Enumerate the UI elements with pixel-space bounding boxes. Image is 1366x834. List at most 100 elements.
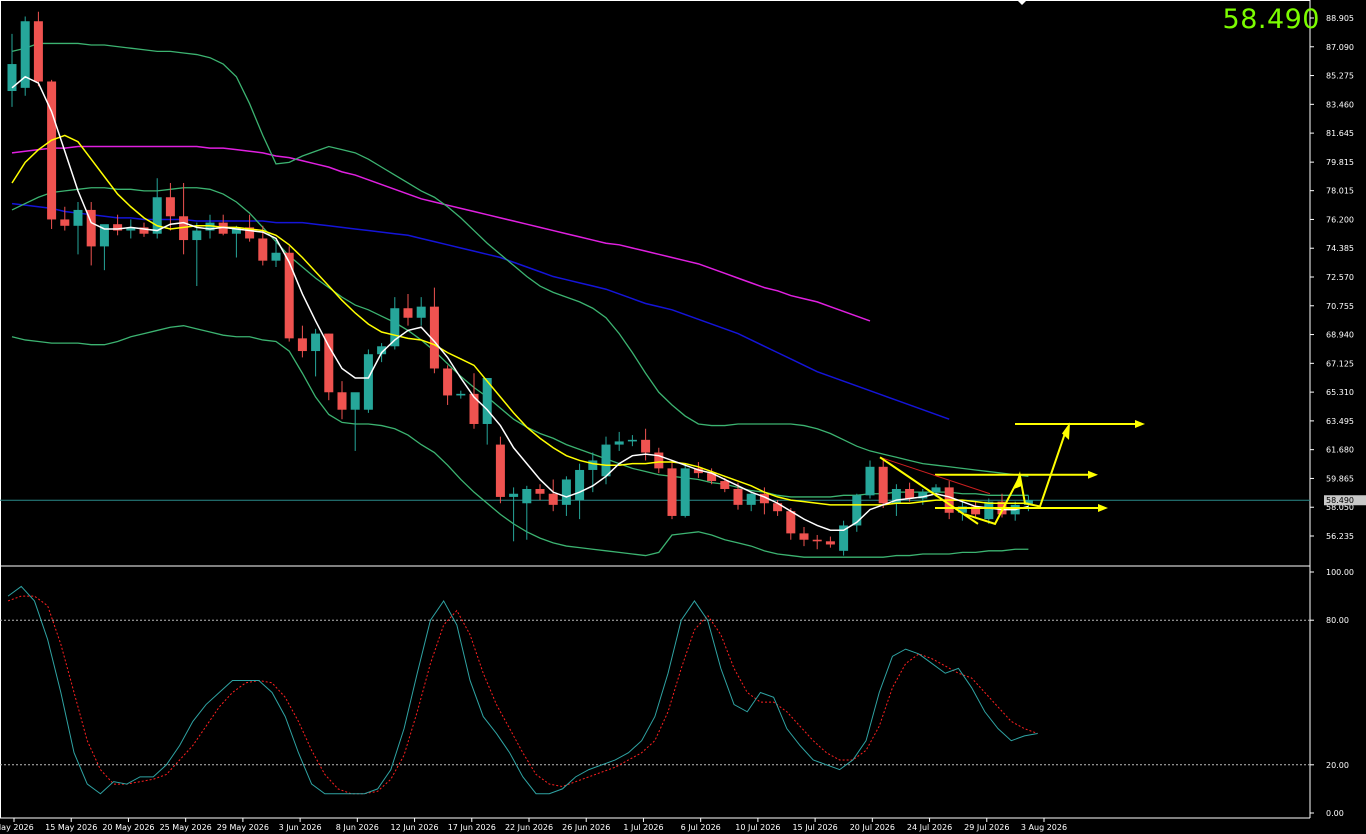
time-tick-label: 3 Jun 2026 bbox=[279, 823, 322, 832]
price-tick-label: 59.865 bbox=[1326, 474, 1354, 483]
time-tick-label: May 2026 bbox=[0, 823, 34, 832]
price-tick-label: 83.460 bbox=[1326, 100, 1354, 109]
current-price-display: 58.490 bbox=[1222, 4, 1320, 35]
chart-canvas[interactable]: 88.905 87.090 85.275 83.460 81.645 79.815 78.0… bbox=[0, 0, 1366, 834]
price-tick-label: 70.755 bbox=[1326, 302, 1354, 311]
price-tick-label: 61.680 bbox=[1326, 446, 1354, 455]
time-tick-label: 22 Jun 2026 bbox=[505, 823, 553, 832]
price-tick-label: 74.385 bbox=[1326, 244, 1354, 253]
candle-body bbox=[733, 488, 743, 505]
candle-body bbox=[297, 338, 307, 352]
candle-body bbox=[522, 488, 532, 504]
time-tick-label: 3 Aug 2026 bbox=[1021, 823, 1067, 832]
candle-body bbox=[271, 252, 281, 261]
candle-body bbox=[561, 479, 571, 505]
candle-body bbox=[905, 488, 915, 499]
current-price-tag-label: 58.490 bbox=[1326, 496, 1354, 505]
candle-body bbox=[33, 21, 43, 82]
candle-body bbox=[825, 541, 835, 545]
price-tick-label: 76.200 bbox=[1326, 215, 1354, 224]
shift-marker-icon bbox=[1017, 0, 1027, 5]
price-tick-label: 72.570 bbox=[1326, 273, 1354, 282]
time-tick-label: 20 May 2026 bbox=[102, 823, 154, 832]
candle-body bbox=[192, 230, 202, 241]
bollinger-upper-line bbox=[11, 42, 1029, 477]
candle-body bbox=[165, 197, 175, 217]
candle-body bbox=[73, 209, 83, 226]
osc-tick-label: 20.00 bbox=[1326, 761, 1349, 770]
candle-body bbox=[509, 493, 519, 497]
price-tick-label: 87.090 bbox=[1326, 43, 1354, 52]
candle-body bbox=[746, 493, 756, 505]
time-tick-label: 1 Jul 2026 bbox=[623, 823, 663, 832]
price-tick-label: 88.905 bbox=[1326, 14, 1354, 23]
candle-body bbox=[931, 487, 941, 493]
time-tick-label: 15 May 2026 bbox=[45, 823, 97, 832]
candle-body bbox=[852, 495, 862, 526]
time-tick-label: 15 Jul 2026 bbox=[792, 823, 837, 832]
time-tick-label: 26 Jun 2026 bbox=[562, 823, 610, 832]
candle-body bbox=[363, 354, 373, 410]
candle-body bbox=[865, 466, 875, 496]
price-tick-label: 85.275 bbox=[1326, 72, 1354, 81]
candle-body bbox=[799, 533, 809, 540]
candle-body bbox=[443, 368, 453, 396]
candle-body bbox=[456, 393, 466, 396]
target-arrowhead-icon bbox=[1135, 419, 1145, 428]
time-tick-label: 17 Jun 2026 bbox=[448, 823, 496, 832]
time-tick-label: 25 May 2026 bbox=[160, 823, 212, 832]
ma-white-line bbox=[11, 75, 1029, 531]
stoch-k-line bbox=[7, 585, 1038, 795]
time-tick-label: 12 Jun 2026 bbox=[390, 823, 438, 832]
bollinger-mid-line bbox=[11, 187, 1029, 498]
candle-body bbox=[403, 308, 413, 318]
time-tick-label: 10 Jul 2026 bbox=[735, 823, 780, 832]
candle-body bbox=[839, 525, 849, 551]
target-arrowhead-icon bbox=[1088, 470, 1098, 479]
time-tick-label: 6 Jul 2026 bbox=[681, 823, 721, 832]
osc-tick-label: 80.00 bbox=[1326, 616, 1349, 625]
price-tick-label: 78.015 bbox=[1326, 187, 1354, 196]
time-tick-label: 20 Jul 2026 bbox=[850, 823, 895, 832]
candle-body bbox=[47, 81, 57, 220]
price-tick-label: 81.645 bbox=[1326, 129, 1354, 138]
candle-body bbox=[258, 238, 268, 261]
candle-body bbox=[311, 333, 321, 352]
candle-body bbox=[60, 219, 70, 226]
candle-body bbox=[720, 481, 730, 489]
time-tick-label: 29 Jul 2026 bbox=[964, 823, 1009, 832]
candle-body bbox=[878, 466, 888, 504]
osc-tick-label: 0.00 bbox=[1326, 809, 1344, 818]
ma-yellow-line bbox=[11, 134, 1029, 506]
candle-body bbox=[284, 252, 294, 339]
price-tick-label: 63.495 bbox=[1326, 417, 1354, 426]
candle-body bbox=[627, 439, 637, 442]
price-tick-label: 56.235 bbox=[1326, 532, 1354, 541]
candle-body bbox=[350, 392, 360, 410]
candle-body bbox=[614, 441, 624, 445]
candle-body bbox=[548, 493, 558, 505]
time-tick-label: 24 Jul 2026 bbox=[907, 823, 952, 832]
candle-body bbox=[588, 460, 598, 470]
target-arrowhead-icon bbox=[1098, 504, 1108, 513]
candle-body bbox=[680, 468, 690, 516]
candle-body bbox=[535, 488, 545, 494]
candle-body bbox=[575, 469, 585, 501]
candle-body bbox=[984, 501, 994, 520]
time-tick-label: 29 May 2026 bbox=[217, 823, 269, 832]
price-tick-label: 68.940 bbox=[1326, 331, 1354, 340]
time-tick-label: 8 Jun 2026 bbox=[336, 823, 379, 832]
candle-body bbox=[601, 444, 611, 477]
price-tick-label: 79.815 bbox=[1326, 158, 1354, 167]
candle-body bbox=[641, 439, 651, 453]
candle-body bbox=[812, 539, 822, 542]
candle-body bbox=[786, 511, 796, 534]
price-tick-label: 67.125 bbox=[1326, 359, 1354, 368]
stoch-d-line bbox=[7, 595, 1038, 795]
candle-body bbox=[337, 392, 347, 410]
osc-tick-label: 100.00 bbox=[1326, 568, 1354, 577]
candle-body bbox=[495, 444, 505, 497]
candle-body bbox=[469, 393, 479, 424]
candle-body bbox=[416, 306, 426, 318]
candle-body bbox=[324, 333, 334, 393]
